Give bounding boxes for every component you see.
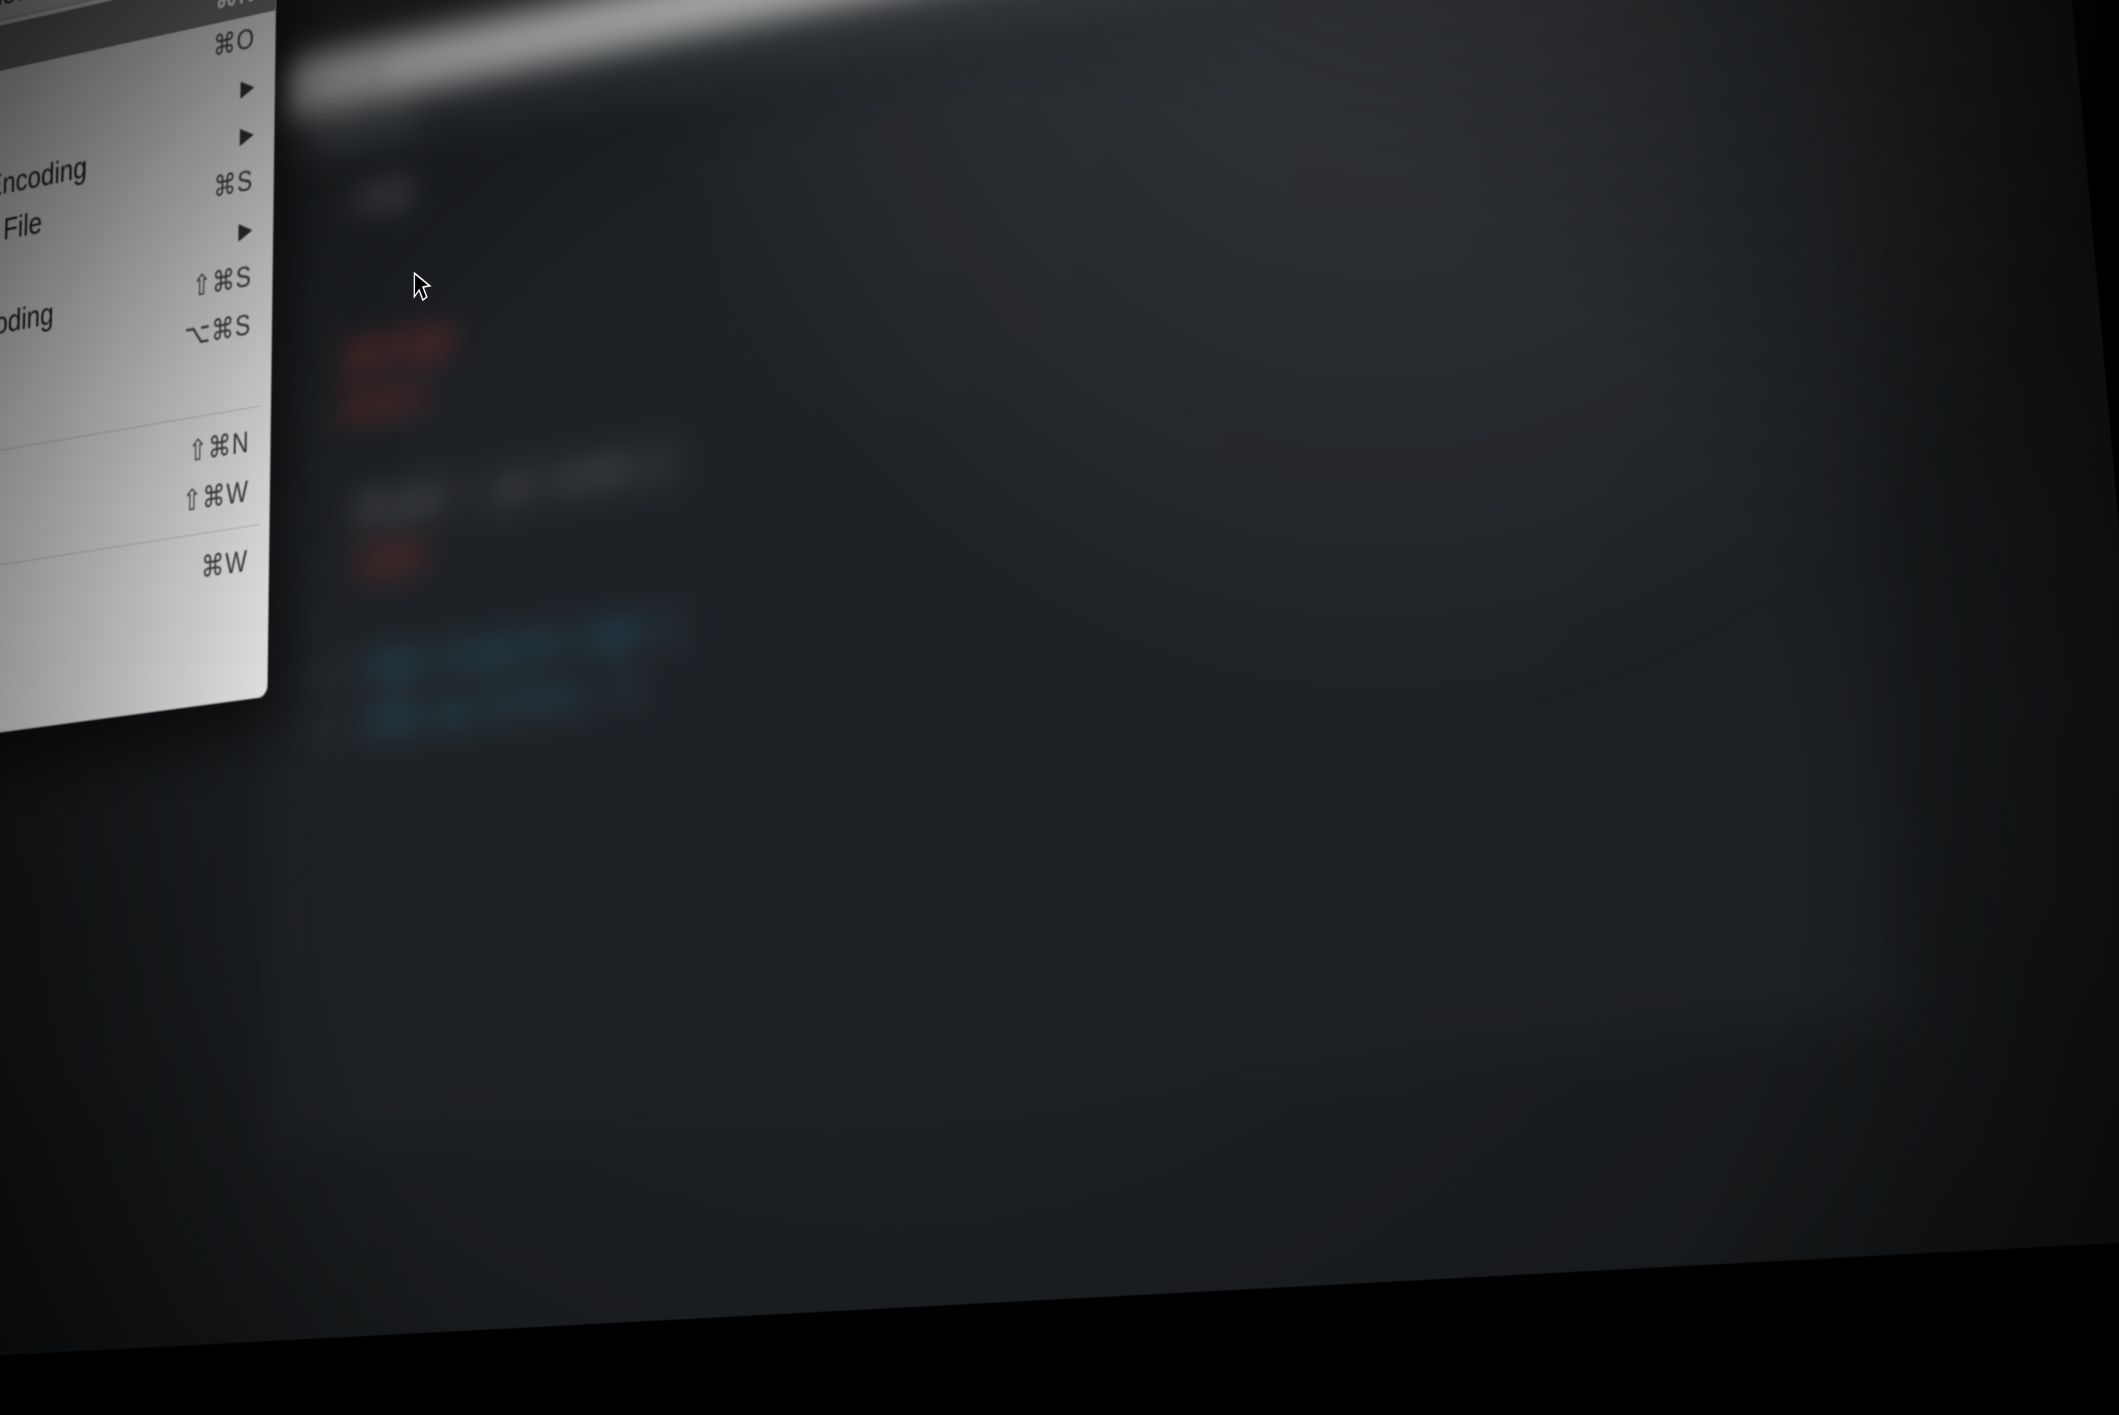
cursor-pointer-icon	[413, 269, 434, 306]
traffic-light-icon	[364, 62, 381, 86]
